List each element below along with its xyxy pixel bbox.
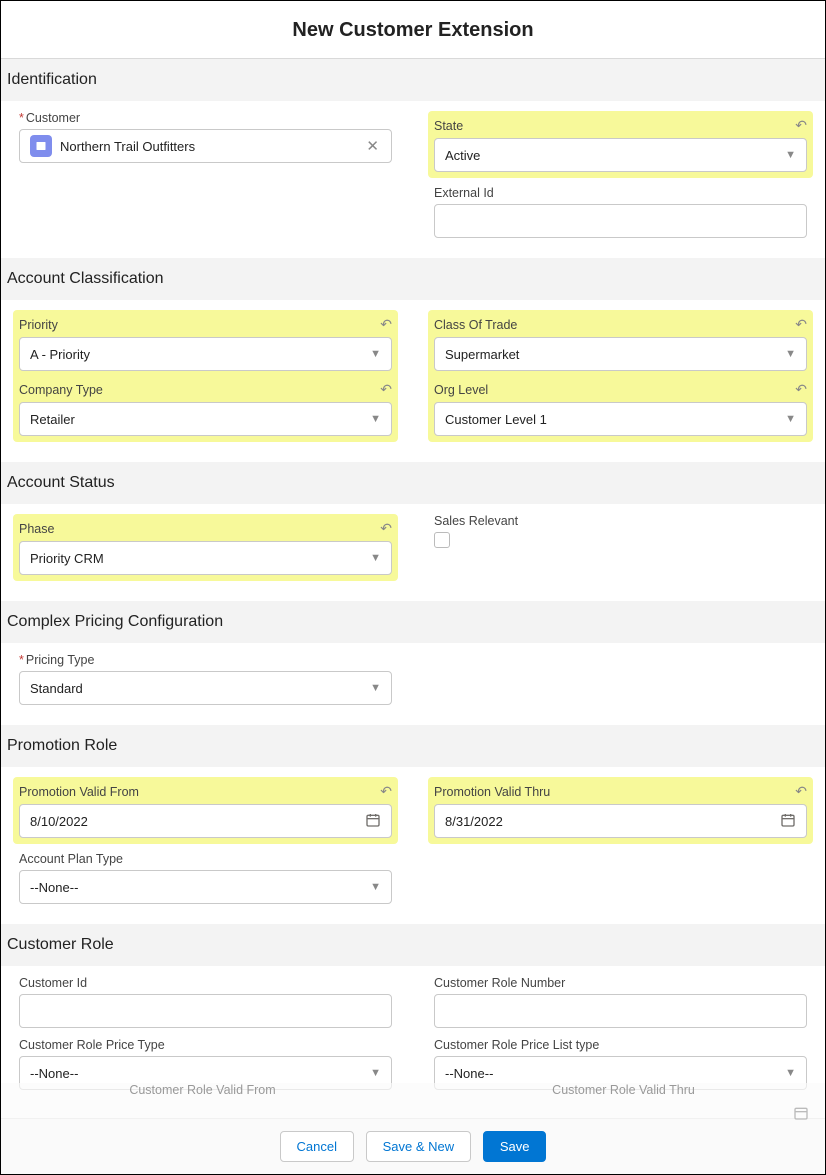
label-customer-id: Customer Id	[19, 976, 392, 990]
company-type-select[interactable]: Retailer ▼	[19, 402, 392, 436]
label-sales-relevant: Sales Relevant	[434, 514, 807, 528]
chevron-down-icon: ▼	[370, 552, 381, 564]
modal-header: New Customer Extension	[1, 1, 825, 59]
label-class-of-trade: Class Of Trade ↶	[434, 316, 807, 333]
section-identification: Identification	[1, 59, 825, 101]
save-and-new-button[interactable]: Save & New	[366, 1131, 472, 1162]
save-button[interactable]: Save	[483, 1131, 547, 1162]
chevron-down-icon: ▼	[370, 1067, 381, 1079]
label-org-level: Org Level ↶	[434, 381, 807, 398]
chevron-down-icon: ▼	[785, 149, 796, 161]
undo-phase-icon[interactable]: ↶	[380, 520, 392, 537]
customer-id-input[interactable]	[19, 994, 392, 1028]
class-of-trade-select[interactable]: Supermarket ▼	[434, 337, 807, 371]
calendar-icon[interactable]	[780, 812, 796, 831]
label-company-type: Company Type ↶	[19, 381, 392, 398]
label-customer: *Customer	[19, 111, 392, 125]
customer-role-number-input[interactable]	[434, 994, 807, 1028]
chevron-down-icon: ▼	[370, 413, 381, 425]
account-icon	[30, 135, 52, 157]
chevron-down-icon: ▼	[785, 348, 796, 360]
cancel-button[interactable]: Cancel	[280, 1131, 354, 1162]
undo-state-icon[interactable]: ↶	[795, 117, 807, 134]
label-priority: Priority ↶	[19, 316, 392, 333]
account-plan-type-select[interactable]: --None-- ▼	[19, 870, 392, 904]
section-account-classification: Account Classification	[1, 258, 825, 300]
undo-priority-icon[interactable]: ↶	[380, 316, 392, 333]
undo-company-type-icon[interactable]: ↶	[380, 381, 392, 398]
undo-class-of-trade-icon[interactable]: ↶	[795, 316, 807, 333]
calendar-icon	[793, 1105, 809, 1124]
label-cust-role-price-type: Customer Role Price Type	[19, 1038, 392, 1052]
sales-relevant-checkbox[interactable]	[434, 532, 450, 548]
chevron-down-icon: ▼	[370, 682, 381, 694]
label-promo-thru: Promotion Valid Thru ↶	[434, 783, 807, 800]
page-title: New Customer Extension	[1, 19, 825, 42]
chevron-down-icon: ▼	[370, 348, 381, 360]
phase-select[interactable]: Priority CRM ▼	[19, 541, 392, 575]
undo-promo-from-icon[interactable]: ↶	[380, 783, 392, 800]
label-pricing-type: *Pricing Type	[19, 653, 392, 667]
chevron-down-icon: ▼	[370, 881, 381, 893]
undo-promo-thru-icon[interactable]: ↶	[795, 783, 807, 800]
promo-thru-input[interactable]: 8/31/2022	[434, 804, 807, 838]
chevron-down-icon: ▼	[785, 413, 796, 425]
label-phase: Phase ↶	[19, 520, 392, 537]
label-state: State ↶	[434, 117, 807, 134]
label-promo-from: Promotion Valid From ↶	[19, 783, 392, 800]
customer-lookup[interactable]: Northern Trail Outfitters ✕	[19, 129, 392, 163]
label-cust-role-price-list-type: Customer Role Price List type	[434, 1038, 807, 1052]
undo-org-level-icon[interactable]: ↶	[795, 381, 807, 398]
priority-select[interactable]: A - Priority ▼	[19, 337, 392, 371]
promo-from-input[interactable]: 8/10/2022	[19, 804, 392, 838]
state-select[interactable]: Active ▼	[434, 138, 807, 172]
section-promotion-role: Promotion Role	[1, 725, 825, 767]
external-id-input[interactable]	[434, 204, 807, 238]
calendar-icon[interactable]	[365, 812, 381, 831]
org-level-select[interactable]: Customer Level 1 ▼	[434, 402, 807, 436]
cust-role-price-list-type-select[interactable]: --None-- ▼	[434, 1056, 807, 1090]
footer: Customer Role Valid From Customer Role V…	[1, 1118, 825, 1174]
pricing-type-select[interactable]: Standard ▼	[19, 671, 392, 705]
section-complex-pricing: Complex Pricing Configuration	[1, 601, 825, 643]
clear-customer-icon[interactable]: ✕	[364, 137, 381, 155]
label-account-plan-type: Account Plan Type	[19, 852, 392, 866]
section-customer-role: Customer Role	[1, 924, 825, 966]
chevron-down-icon: ▼	[785, 1067, 796, 1079]
label-customer-role-number: Customer Role Number	[434, 976, 807, 990]
label-external-id: External Id	[434, 186, 807, 200]
section-account-status: Account Status	[1, 462, 825, 504]
cust-role-price-type-select[interactable]: --None-- ▼	[19, 1056, 392, 1090]
